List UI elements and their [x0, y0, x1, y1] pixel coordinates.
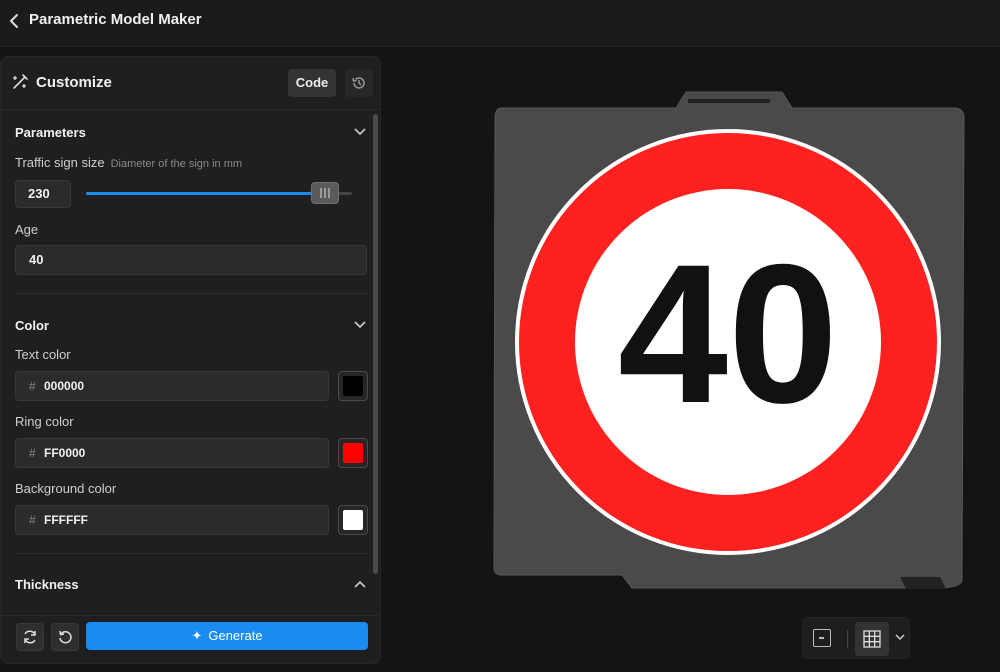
size-input[interactable]: 230	[15, 180, 71, 208]
background-color-swatch[interactable]	[338, 505, 368, 535]
chevron-down-icon[interactable]	[353, 127, 367, 137]
generate-label: Generate	[208, 628, 263, 643]
history-icon	[352, 77, 365, 89]
hash-prefix: #	[29, 379, 36, 393]
background-color-input[interactable]: # FFFFFF	[15, 505, 329, 535]
size-slider-handle[interactable]	[311, 182, 340, 204]
text-color-label: Text color	[15, 347, 71, 362]
action-bar: ✦ Generate	[1, 615, 380, 663]
divider	[15, 553, 367, 554]
collapse-view-icon[interactable]	[813, 629, 831, 647]
thickness-section-title[interactable]: Thickness	[15, 577, 79, 592]
app-title: Parametric Model Maker	[29, 11, 202, 28]
ring-color-input[interactable]: # FF0000	[15, 438, 329, 468]
top-bar: Parametric Model Maker	[0, 0, 1000, 47]
text-color-input[interactable]: # 000000	[15, 371, 329, 401]
viewer-toolbar	[802, 617, 910, 659]
size-description: Diameter of the sign in mm	[110, 158, 243, 170]
magic-wand-icon	[13, 74, 28, 89]
chevron-down-icon[interactable]	[895, 633, 905, 641]
grid-icon	[863, 630, 881, 648]
customize-panel: Customize Code Parameters Traffic sign s…	[0, 56, 381, 664]
chevron-up-icon[interactable]	[353, 579, 367, 589]
background-color-value: FFFFFF	[44, 513, 88, 527]
age-label: Age	[15, 222, 39, 237]
model-preview[interactable]: 40	[490, 90, 970, 600]
hash-prefix: #	[29, 446, 36, 460]
size-slider[interactable]	[86, 182, 352, 204]
text-color-swatch[interactable]	[338, 371, 368, 401]
size-label-text: Traffic sign size	[15, 155, 105, 170]
code-button[interactable]: Code	[288, 69, 336, 97]
undo-icon	[59, 630, 72, 644]
history-button[interactable]	[345, 69, 373, 97]
reset-button[interactable]	[51, 623, 79, 651]
panel-header: Customize Code	[1, 57, 380, 110]
plate-notch	[900, 577, 946, 589]
size-slider-fill	[86, 192, 326, 195]
background-color-swatch-fill	[343, 510, 363, 530]
sign-number: 40	[618, 223, 838, 444]
scrollbar-thumb[interactable]	[373, 114, 378, 574]
ring-color-swatch-fill	[343, 443, 363, 463]
generate-button[interactable]: ✦ Generate	[86, 622, 368, 650]
panel-title: Customize	[36, 74, 112, 91]
age-input[interactable]: 40	[15, 245, 367, 275]
text-color-value: 000000	[44, 379, 85, 393]
chevron-down-icon[interactable]	[353, 320, 367, 330]
grid-toggle-button[interactable]	[855, 622, 889, 656]
plate-slot	[688, 99, 770, 103]
regenerate-button[interactable]	[16, 623, 44, 651]
hash-prefix: #	[29, 513, 36, 527]
ring-color-swatch[interactable]	[338, 438, 368, 468]
toolbar-separator	[847, 630, 848, 648]
refresh-icon	[24, 630, 36, 644]
size-label: Traffic sign size Diameter of the sign in…	[15, 155, 242, 170]
color-section-title[interactable]: Color	[15, 318, 49, 333]
divider	[15, 293, 367, 294]
background-color-label: Background color	[15, 481, 117, 496]
ring-color-label: Ring color	[15, 414, 74, 429]
sparkle-icon: ✦	[191, 628, 203, 643]
back-arrow-icon[interactable]	[6, 10, 26, 32]
ring-color-value: FF0000	[44, 446, 86, 460]
parameters-section-title[interactable]: Parameters	[15, 125, 86, 140]
text-color-swatch-fill	[343, 376, 363, 396]
